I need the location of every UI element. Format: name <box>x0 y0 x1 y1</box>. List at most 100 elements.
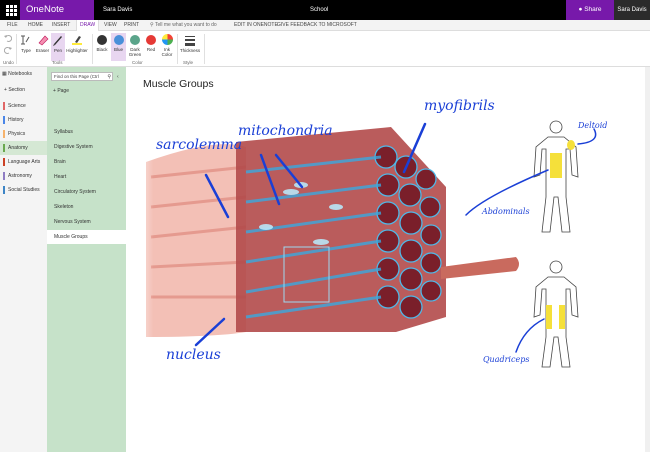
add-section-button[interactable]: + Section <box>4 87 25 93</box>
divider <box>204 34 205 64</box>
eraser-icon <box>38 35 48 46</box>
ink-color-button[interactable]: Ink Color <box>159 33 175 61</box>
ink-label-quadriceps[interactable]: Quadriceps <box>483 355 529 364</box>
divider <box>16 34 17 64</box>
blue-swatch <box>113 35 124 45</box>
page-item[interactable]: Syllabus <box>47 125 126 139</box>
divider <box>92 34 93 64</box>
tab-view[interactable]: VIEW <box>104 20 117 30</box>
page-canvas[interactable]: Muscle Groups sarcolemma mitochondria my… <box>126 67 650 452</box>
section-label: Language Arts <box>8 159 41 165</box>
notebooks-label: Notebooks <box>8 71 33 77</box>
section-label: Astronomy <box>8 173 32 179</box>
section-history[interactable]: History <box>0 113 47 127</box>
plus-icon: + <box>4 87 7 93</box>
edit-in-onenote-link[interactable]: EDIT IN ONENOTE <box>234 20 278 30</box>
search-icon[interactable]: ⚲ <box>107 73 111 81</box>
tell-me-box[interactable]: ⚲ Tell me what you want to do <box>150 20 217 30</box>
color-group-label: Color <box>132 60 143 65</box>
ink-label-sarcolemma[interactable]: sarcolemma <box>156 137 242 153</box>
thickness-icon <box>185 36 195 46</box>
page-item[interactable]: Circulatory System <box>47 185 126 199</box>
section-anatomy[interactable]: Anatomy <box>0 141 47 155</box>
title-bar: OneNote Online Sara Davis School ● Share… <box>0 0 650 35</box>
black-swatch <box>97 35 107 45</box>
tab-file[interactable]: FILE <box>7 20 18 30</box>
section-label: Science <box>8 103 26 109</box>
black-label: Black <box>96 47 108 52</box>
notebooks-header[interactable]: ▦ Notebooks <box>2 71 32 77</box>
ink-label-abdominals[interactable]: Abdominals <box>482 207 530 216</box>
section-science[interactable]: Science <box>0 99 47 113</box>
section-color-marker <box>3 144 5 152</box>
vertical-scrollbar[interactable] <box>645 67 650 452</box>
pen-icon <box>53 36 62 46</box>
section-label: Social Studies <box>8 187 40 193</box>
divider <box>177 34 178 64</box>
page-item[interactable]: Skeleton <box>47 200 126 214</box>
section-language-arts[interactable]: Language Arts <box>0 155 47 169</box>
tell-me-text: Tell me what you want to do <box>154 22 217 28</box>
ink-label-nucleus[interactable]: nucleus <box>166 347 221 363</box>
section-physics[interactable]: Physics <box>0 127 47 141</box>
feedback-link[interactable]: GIVE FEEDBACK TO MICROSOFT <box>277 20 357 30</box>
page-item[interactable]: Brain <box>47 155 126 169</box>
tab-draw[interactable]: DRAW <box>76 20 100 31</box>
page-item[interactable]: Nervous System <box>47 215 126 229</box>
red-label: Red <box>146 47 156 52</box>
dark-green-swatch <box>130 35 140 45</box>
type-button[interactable]: Type <box>18 33 34 61</box>
thickness-button[interactable]: Thickness <box>179 33 201 61</box>
style-group-label: Style <box>183 60 194 65</box>
tab-insert[interactable]: INSERT <box>52 20 70 30</box>
share-button[interactable]: ● Share <box>566 0 614 20</box>
notebook-title: School <box>310 7 329 13</box>
tab-home[interactable]: HOME <box>28 20 43 30</box>
collapse-pane-icon[interactable]: ‹ <box>117 74 119 80</box>
plus-icon: + <box>53 88 56 94</box>
notebooks-icon: ▦ <box>2 71 7 77</box>
account-button[interactable]: Sara Davis <box>614 0 650 20</box>
ribbon-tabs: FILE HOME INSERT DRAW VIEW PRINT ⚲ Tell … <box>0 20 650 31</box>
ink-label-mitochondria[interactable]: mitochondria <box>238 123 333 139</box>
blue-label: Blue <box>113 47 123 52</box>
color-red-button[interactable]: Red <box>144 33 158 61</box>
lightbulb-icon: ⚲ <box>150 22 154 28</box>
page-item-selected[interactable]: Muscle Groups <box>47 230 126 244</box>
add-page-label: Page <box>57 88 69 94</box>
page-item[interactable]: Digestive System <box>47 140 126 154</box>
tab-print[interactable]: PRINT <box>124 20 139 30</box>
thickness-label: Thickness <box>179 48 201 53</box>
section-label: Anatomy <box>8 145 28 151</box>
section-color-marker <box>3 158 5 166</box>
color-black-button[interactable]: Black <box>95 33 109 61</box>
pen-button[interactable]: Pen <box>51 33 65 61</box>
section-color-marker <box>3 186 5 194</box>
find-on-page-input[interactable]: Find on this Page (Ctrl ⚲ <box>51 72 113 81</box>
section-label: History <box>8 117 24 123</box>
page-item[interactable]: Heart <box>47 170 126 184</box>
section-color-marker <box>3 172 5 180</box>
eraser-button[interactable]: Eraser <box>35 33 50 61</box>
color-dark-green-button[interactable]: Dark Green <box>127 33 143 61</box>
highlighter-button[interactable]: Highlighter <box>66 33 88 61</box>
type-cursor-icon <box>21 35 30 45</box>
user-name-breadcrumb[interactable]: Sara Davis <box>103 0 132 20</box>
ink-label-myofibrils[interactable]: myofibrils <box>424 98 495 114</box>
pages-pane: Find on this Page (Ctrl ⚲ ‹ + Page Sylla… <box>47 67 126 452</box>
highlighter-icon <box>72 36 82 45</box>
section-astronomy[interactable]: Astronomy <box>0 169 47 183</box>
undo-icon <box>4 34 12 42</box>
ink-label-deltoid[interactable]: Deltoid <box>578 121 607 130</box>
pen-label: Pen <box>53 48 62 53</box>
color-wheel-icon <box>161 34 173 45</box>
app-launcher-icon[interactable] <box>6 5 17 16</box>
color-blue-button[interactable]: Blue <box>111 33 126 61</box>
section-color-marker <box>3 116 5 124</box>
tools-group-label: Tools <box>52 60 63 65</box>
add-page-button[interactable]: + Page <box>53 88 69 94</box>
notebook-pane: ▦ Notebooks + Section Science History Ph… <box>0 67 47 452</box>
section-social-studies[interactable]: Social Studies <box>0 183 47 197</box>
app-name[interactable]: OneNote Online <box>20 0 94 35</box>
add-section-label: Section <box>8 87 25 93</box>
